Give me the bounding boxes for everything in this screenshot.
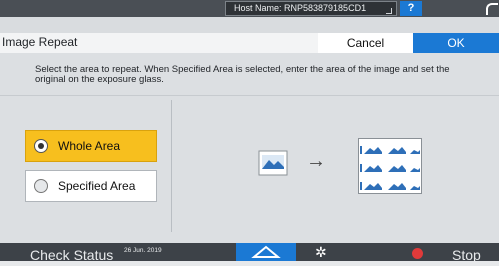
single-image-icon [258, 150, 288, 176]
option-whole-area[interactable]: Whole Area [25, 130, 157, 162]
date-display: 26 Jun. 2019 [124, 247, 162, 254]
option-label: Specified Area [58, 179, 136, 193]
repeated-image-icon [358, 138, 422, 194]
help-button[interactable]: ? [400, 1, 422, 16]
host-name-label: Host Name: RNP583879185CD1 [234, 3, 367, 13]
radio-unselected-icon [34, 179, 48, 193]
resize-corner-icon [386, 8, 392, 14]
refresh-icon[interactable] [486, 3, 498, 15]
ok-button[interactable]: OK [413, 33, 499, 53]
cancel-button[interactable]: Cancel [318, 33, 413, 53]
header-strip [0, 17, 499, 33]
option-label: Whole Area [58, 139, 121, 153]
stop-icon [412, 248, 423, 259]
radio-selected-icon [34, 139, 48, 153]
host-name-field[interactable]: Host Name: RNP583879185CD1 [225, 1, 397, 16]
option-specified-area[interactable]: Specified Area [25, 170, 157, 202]
instruction-text: Select the area to repeat. When Specifie… [35, 64, 450, 85]
gear-icon[interactable]: ✲ [315, 244, 327, 261]
divider-vertical [171, 100, 172, 232]
page-title: Image Repeat [2, 35, 78, 49]
home-button[interactable] [236, 243, 296, 261]
divider [0, 95, 499, 96]
home-icon [251, 245, 281, 258]
arrow-icon: → [306, 150, 326, 172]
